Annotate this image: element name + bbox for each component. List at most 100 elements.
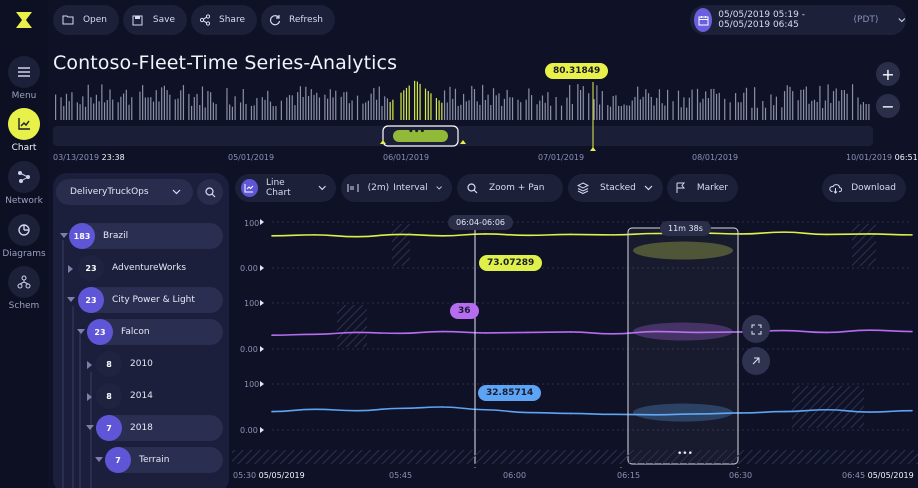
overview-bar: [544, 102, 546, 120]
rail-label-network: Network: [5, 196, 43, 206]
expand-city-power-icon[interactable]: [67, 297, 75, 302]
expand-2018-icon[interactable]: [86, 425, 94, 430]
hierarchy-root-select[interactable]: DeliveryTruckOps: [56, 179, 193, 205]
overview-bar: [830, 102, 832, 120]
chevron-down-icon: [172, 189, 181, 195]
calendar-icon: [694, 8, 713, 32]
overview-bar: [579, 89, 582, 120]
overview-bar: [762, 100, 764, 120]
overview-bar: [740, 102, 742, 120]
stacked-select[interactable]: Stacked: [568, 174, 663, 202]
overview-bar: [261, 97, 263, 120]
tree-node-city-power-light[interactable]: 23 City Power & Light: [78, 287, 223, 313]
overview-bar: [495, 95, 497, 120]
hierarchy-search-button[interactable]: [197, 179, 223, 205]
marker-button[interactable]: Marker: [667, 174, 738, 202]
interval-select[interactable]: (2m) Interval: [341, 174, 452, 202]
stacked-label: Stacked: [600, 183, 636, 193]
app-logo-icon[interactable]: [14, 10, 34, 30]
download-button[interactable]: Download: [822, 174, 906, 202]
menu-icon: [18, 67, 30, 77]
overview-window-handle[interactable]: •••: [408, 127, 425, 137]
expand-2014-icon[interactable]: [87, 393, 92, 401]
share-button[interactable]: Share: [191, 5, 257, 35]
overview-start-time: 23:38: [101, 153, 125, 162]
zoom-pan-button[interactable]: Zoom + Pan: [457, 174, 563, 202]
overview-bar: [389, 102, 391, 120]
tree-node-adventureworks[interactable]: 23 AdventureWorks: [78, 255, 223, 281]
brush-left-handle[interactable]: [618, 467, 624, 468]
overview-bar: [582, 86, 584, 120]
tree-count-badge: 183: [69, 223, 95, 249]
series-point: [356, 235, 359, 238]
schema-button[interactable]: [8, 266, 40, 298]
chart-type-label: Line Chart: [265, 178, 291, 198]
date-range-picker[interactable]: 05/05/2019 05:19 - 05/05/2019 06:45 (PDT…: [690, 5, 906, 35]
overview-bar: [234, 96, 236, 120]
zoom-in-button[interactable]: +: [876, 62, 900, 86]
x-end-time: 06:45: [842, 471, 866, 480]
overview-bar: [365, 102, 367, 120]
overview-bar: [865, 104, 867, 120]
chart-button[interactable]: [8, 108, 40, 140]
series-point: [313, 234, 316, 236]
overview-bar: [658, 89, 661, 120]
expand-2010-icon[interactable]: [87, 361, 92, 369]
overview-bar: [683, 97, 685, 120]
menu-button[interactable]: [8, 56, 40, 88]
overview-bar: [838, 100, 840, 120]
overview-bar: [460, 104, 462, 120]
lane-arrow-top: [260, 300, 264, 306]
zoom-out-button[interactable]: −: [876, 94, 900, 118]
tree-node-falcon[interactable]: 23 Falcon: [87, 319, 223, 345]
overview-bar: [702, 98, 704, 120]
series-point: [612, 413, 615, 416]
rail-label-menu: Menu: [11, 91, 37, 101]
selection-brush[interactable]: [627, 227, 739, 465]
line-chart[interactable]: [232, 206, 918, 468]
overview-bar: [245, 104, 247, 120]
interval-label: Interval: [393, 183, 428, 193]
overview-bar: [430, 93, 432, 120]
tree-node-brazil[interactable]: 183 Brazil: [69, 223, 223, 249]
expand-brazil-icon[interactable]: [60, 233, 68, 238]
rail-label-schema: Schem: [8, 301, 40, 311]
expand-falcon-icon[interactable]: [77, 329, 85, 334]
overview-bar: [773, 105, 775, 120]
tree-count-badge: 23: [87, 319, 113, 345]
open-button[interactable]: Open: [53, 5, 119, 35]
overview-bar: [386, 98, 389, 120]
overview-bar: [340, 96, 342, 120]
cursor-handle[interactable]: [472, 467, 478, 468]
network-button[interactable]: [8, 161, 40, 193]
overview-timeline[interactable]: [53, 78, 873, 152]
refresh-button[interactable]: Refresh: [261, 5, 335, 35]
tree-node-terrain[interactable]: 7 Terrain: [105, 447, 223, 473]
brush-right-handle[interactable]: [735, 467, 741, 468]
series-point: [399, 332, 401, 335]
tree-node-label: 2014: [130, 391, 153, 401]
save-button[interactable]: Save: [123, 5, 187, 35]
expand-view-button[interactable]: [742, 315, 770, 343]
overview-bar: [609, 106, 612, 120]
diagrams-button[interactable]: [8, 214, 40, 246]
overview-bar: [539, 100, 541, 120]
series-point: [441, 406, 444, 408]
open-external-button[interactable]: [742, 347, 770, 375]
brush-menu-handle[interactable]: •••: [677, 449, 693, 459]
chart-type-select[interactable]: Line Chart: [235, 174, 336, 202]
tree-node-2018[interactable]: 7 2018: [96, 415, 223, 441]
series-point: [356, 409, 359, 412]
overview-bar: [242, 89, 244, 120]
missing-data-block: [337, 305, 367, 347]
expand-adventureworks-icon[interactable]: [68, 265, 73, 273]
zoom-pan-label: Zoom + Pan: [489, 183, 545, 193]
overview-bar: [468, 100, 470, 120]
tree-node-2010[interactable]: 8 2010: [96, 351, 223, 377]
tree-node-2014[interactable]: 8 2014: [96, 383, 223, 409]
overview-bar: [484, 99, 486, 120]
cursor-value-lane-2: 36: [450, 303, 479, 319]
overview-bar: [811, 100, 813, 120]
expand-terrain-icon[interactable]: [95, 457, 103, 462]
overview-bar: [329, 89, 331, 120]
